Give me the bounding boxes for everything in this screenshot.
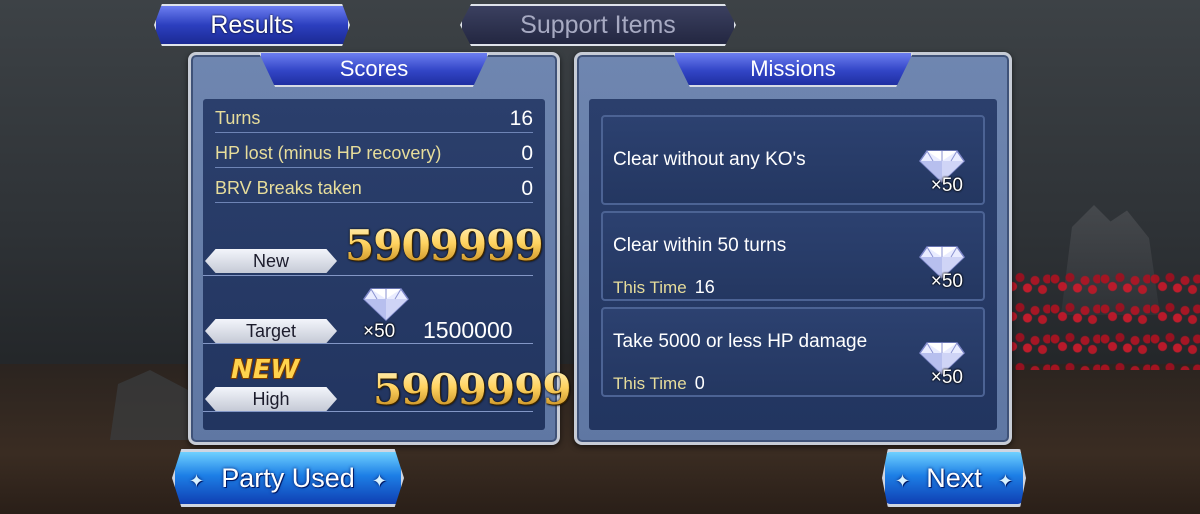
mission-progress: This Time 16	[613, 277, 715, 298]
stat-label: HP lost (minus HP recovery)	[215, 143, 442, 163]
target-score-value: 1500000	[423, 317, 513, 343]
missions-header: Missions	[673, 53, 913, 87]
crystal-icon	[363, 288, 409, 321]
stat-label: BRV Breaks taken	[215, 178, 362, 198]
divider	[203, 275, 533, 276]
party-used-button[interactable]: ✦ Party Used ✦	[172, 449, 404, 507]
star-icon: ✦	[997, 471, 1013, 491]
new-record-badge: NEW	[231, 355, 300, 385]
party-used-label: Party Used	[221, 462, 355, 493]
mission-title: Take 5000 or less HP damage	[613, 331, 868, 352]
mission-reward-count: ×50	[930, 271, 963, 292]
mission-title: Clear without any KO's	[613, 149, 806, 170]
background-flowers	[1000, 270, 1200, 370]
new-score-label: New	[205, 249, 337, 273]
mission-title: Clear within 50 turns	[613, 235, 787, 256]
stat-value: 16	[509, 106, 533, 130]
target-label: Target	[205, 319, 337, 343]
mission-item: Clear without any KO's ×50	[601, 115, 985, 205]
mission-item: Take 5000 or less HP damage This Time 0 ×…	[601, 307, 985, 397]
star-icon: ✦	[895, 471, 911, 491]
tab-support-items[interactable]: Support Items	[460, 4, 736, 46]
scores-panel: Scores Turns 16 HP lost (minus HP recove…	[188, 52, 572, 445]
this-time-label: This Time	[613, 278, 687, 297]
scores-header: Scores	[259, 53, 489, 87]
high-score-label: High	[205, 387, 337, 411]
next-button[interactable]: ✦ Next ✦	[882, 449, 1026, 507]
mission-reward-count: ×50	[930, 367, 963, 388]
star-icon: ✦	[371, 471, 387, 491]
mission-reward-count: ×50	[930, 175, 963, 196]
this-time-value: 0	[694, 373, 705, 393]
scores-content: Turns 16 HP lost (minus HP recovery) 0 B…	[203, 99, 572, 430]
mission-progress: This Time 0	[613, 373, 705, 394]
new-score-value: 5909999	[345, 221, 544, 270]
stat-row-brv-breaks: BRV Breaks taken 0	[215, 175, 533, 203]
stat-value: 0	[521, 176, 533, 200]
mission-item: Clear within 50 turns This Time 16 ×50	[601, 211, 985, 301]
this-time-label: This Time	[613, 374, 687, 393]
missions-content: Clear without any KO's ×50 Clear within …	[589, 99, 997, 430]
stat-value: 0	[521, 141, 533, 165]
stat-label: Turns	[215, 108, 261, 128]
stat-row-turns: Turns 16	[215, 105, 533, 133]
missions-panel: Missions Clear without any KO's ×50 Clea…	[574, 52, 1012, 445]
stat-row-hp-lost: HP lost (minus HP recovery) 0	[215, 140, 533, 168]
high-score-value: 5909999	[373, 365, 572, 414]
target-reward-count: ×50	[363, 321, 396, 342]
tab-results[interactable]: Results	[154, 4, 350, 46]
next-label: Next	[926, 462, 982, 493]
this-time-value: 16	[694, 277, 715, 297]
star-icon: ✦	[189, 471, 205, 491]
